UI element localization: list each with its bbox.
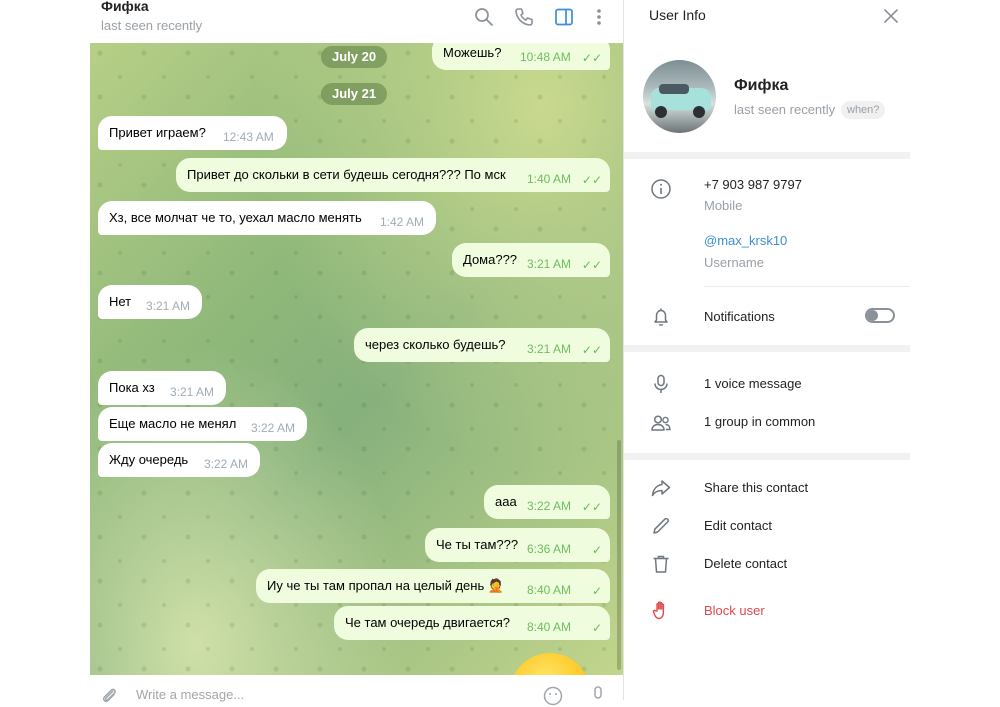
section-divider [624, 152, 910, 159]
edit-contact-button[interactable]: Edit contact [704, 518, 772, 533]
close-icon[interactable] [882, 7, 900, 25]
username-link[interactable]: @max_krsk10 [704, 233, 787, 248]
message-outgoing[interactable]: Че там очередь двигается? 8:40 AM ✓ [334, 606, 610, 640]
message-text: Че ты там??? [436, 537, 519, 552]
message-time: 8:40 AM [527, 620, 572, 634]
single-check-icon: ✓ [591, 543, 602, 557]
message-time: 3:22 AM [527, 499, 572, 513]
attach-icon[interactable] [98, 685, 120, 707]
message-outgoing[interactable]: Иу че ты там пропал на целый день 🤦 8:40… [256, 569, 610, 603]
message-text: ааа [495, 494, 517, 509]
username-label: Username [704, 255, 764, 270]
message-incoming[interactable]: Хз, все молчат че то, уехал масло менять… [98, 201, 436, 235]
single-check-icon: ✓ [591, 584, 602, 598]
message-text: Хз, все молчат че то, уехал масло менять [109, 210, 362, 225]
message-text: Пока хз [109, 380, 155, 395]
message-text: Нет [109, 294, 132, 309]
message-text: Че там очередь двигается? [345, 615, 511, 630]
double-check-icon: ✓✓ [581, 258, 602, 272]
message-time: 1:40 AM [527, 172, 572, 186]
toggle-knob [867, 310, 878, 321]
double-check-icon: ✓✓ [581, 51, 602, 65]
chat-history[interactable]: Можешь? 10:48 AM ✓✓ July 20 July 21 Прив… [90, 43, 623, 675]
phone-number[interactable]: +7 903 987 9797 [704, 177, 802, 192]
avatar[interactable] [643, 60, 716, 133]
message-outgoing[interactable]: Привет до скольки в сети будешь сегодня?… [176, 158, 610, 192]
phone-icon[interactable] [513, 6, 535, 28]
double-check-icon: ✓✓ [581, 500, 602, 514]
message-time: 8:40 AM [527, 583, 572, 597]
block-hand-icon [652, 601, 665, 620]
block-user-button[interactable]: Block user [704, 603, 765, 618]
message-text: Дома??? [463, 252, 518, 267]
trash-icon [653, 555, 669, 573]
chat-header: Фифка last seen recently [90, 0, 623, 44]
chat-status: last seen recently [101, 18, 203, 33]
group-icon [651, 415, 671, 431]
date-separator: July 21 [321, 83, 388, 105]
message-outgoing[interactable]: ааа 3:22 AM ✓✓ [484, 485, 610, 519]
message-outgoing[interactable]: через сколько будешь? 3:21 AM ✓✓ [354, 328, 610, 362]
section-divider [624, 345, 910, 352]
message-time: 10:48 AM [520, 50, 571, 64]
double-check-icon: ✓✓ [581, 343, 602, 357]
panel-title: User Info [649, 7, 706, 23]
emoji-icon[interactable] [542, 685, 564, 707]
section-divider [624, 453, 910, 460]
bell-icon [654, 308, 668, 326]
microphone-icon[interactable] [587, 685, 609, 707]
when-badge[interactable]: when? [841, 101, 886, 119]
chat-scrollbar[interactable] [617, 440, 621, 670]
message-time: 12:43 AM [223, 130, 274, 144]
message-time: 3:22 AM [204, 457, 249, 471]
message-incoming[interactable]: Еще масло не менял 3:22 AM [98, 407, 307, 441]
user-info-panel: User Info Фифка last seen recently when?… [623, 0, 910, 700]
message-time: 3:21 AM [527, 257, 572, 271]
single-check-icon: ✓ [591, 621, 602, 635]
notifications-label: Notifications [704, 309, 775, 324]
message-text: Иу че ты там пропал на целый день 🤦 [267, 578, 505, 593]
chat-title[interactable]: Фифка [101, 0, 149, 14]
share-icon [651, 480, 671, 497]
message-outgoing[interactable]: Дома??? 3:21 AM ✓✓ [452, 243, 610, 277]
message-input-bar: Write a message... [90, 675, 623, 706]
message-text: Еще масло не менял [109, 416, 237, 431]
message-text: Привет играем? [109, 125, 206, 140]
voice-messages-item[interactable]: 1 voice message [704, 376, 802, 391]
message-incoming[interactable]: Привет играем? 12:43 AM [98, 116, 287, 150]
message-outgoing[interactable]: Можешь? 10:48 AM ✓✓ [432, 43, 610, 70]
share-contact-button[interactable]: Share this contact [704, 480, 808, 495]
search-icon[interactable] [473, 6, 495, 28]
microphone-icon [654, 374, 668, 393]
message-time: 6:36 AM [527, 542, 572, 556]
info-icon [651, 179, 671, 199]
message-text: Можешь? [443, 45, 502, 60]
message-text: Привет до скольки в сети будешь сегодня?… [187, 167, 506, 182]
groups-in-common-item[interactable]: 1 group in common [704, 414, 815, 429]
message-time: 1:42 AM [380, 215, 425, 229]
user-last-seen: last seen recently [734, 102, 836, 117]
double-check-icon: ✓✓ [581, 173, 602, 187]
message-time: 3:21 AM [146, 299, 191, 313]
message-incoming[interactable]: Пока хз 3:21 AM [98, 371, 226, 405]
message-time: 3:21 AM [170, 385, 215, 399]
message-time: 3:22 AM [251, 421, 296, 435]
notifications-toggle[interactable] [865, 308, 895, 323]
message-incoming[interactable]: Жду очередь 3:22 AM [98, 443, 260, 477]
message-text: через сколько будешь? [365, 337, 506, 352]
more-vertical-icon[interactable] [588, 6, 610, 28]
message-time: 3:21 AM [527, 342, 572, 356]
user-name: Фифка [734, 77, 789, 94]
message-incoming[interactable]: Нет 3:21 AM [98, 285, 202, 319]
phone-label: Mobile [704, 198, 743, 213]
message-outgoing[interactable]: Че ты там??? 6:36 AM ✓ [425, 528, 610, 562]
edit-icon [653, 517, 669, 534]
divider-line [704, 286, 910, 287]
delete-contact-button[interactable]: Delete contact [704, 556, 787, 571]
sidebar-toggle-icon[interactable] [553, 6, 575, 28]
date-separator: July 20 [321, 46, 388, 68]
message-text: Жду очередь [109, 452, 189, 467]
